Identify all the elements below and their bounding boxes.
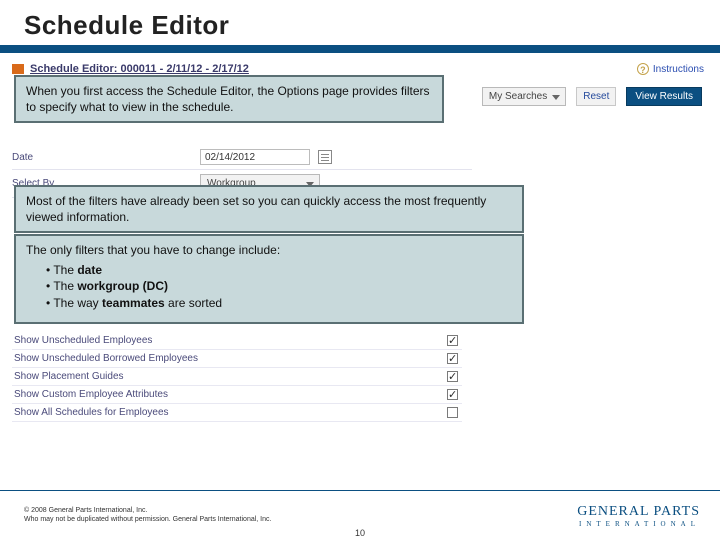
help-icon: ? [637,63,649,75]
breadcrumb-text[interactable]: Schedule Editor: 000011 - 2/11/12 - 2/17… [30,63,249,75]
option-label: Show Placement Guides [14,371,124,382]
option-label: Show Unscheduled Borrowed Employees [14,353,198,364]
copyright: © 2008 General Parts International, Inc.… [24,507,271,524]
reset-button[interactable]: Reset [576,87,616,106]
company-logo: GENERAL PARTS INTERNATIONAL [577,504,700,528]
options-checklist: Show Unscheduled Employees Show Unschedul… [12,332,462,422]
instructions-label: Instructions [653,64,704,75]
view-results-button[interactable]: View Results [626,87,702,106]
slide-footer: © 2008 General Parts International, Inc.… [0,490,720,540]
controls-row: My Searches Reset View Results [482,87,702,106]
callout-intro: When you first access the Schedule Edito… [14,75,444,123]
callout-preset: Most of the filters have already been se… [14,185,524,233]
option-row: Show Unscheduled Borrowed Employees [12,350,462,368]
date-input[interactable] [200,149,310,165]
calendar-icon[interactable] [318,150,332,164]
option-label: Show Custom Employee Attributes [14,389,168,400]
callout-bullets: The dateThe workgroup (DC)The way teamma… [46,262,512,311]
option-row: Show All Schedules for Employees [12,404,462,422]
date-row: Date [12,145,472,170]
bullet-item: The date [46,262,512,278]
option-label: Show Unscheduled Employees [14,335,152,346]
option-row: Show Unscheduled Employees [12,332,462,350]
option-checkbox[interactable] [447,371,458,382]
bullet-item: The way teammates are sorted [46,295,512,311]
option-row: Show Placement Guides [12,368,462,386]
bullet-item: The workgroup (DC) [46,278,512,294]
callout-change-lead: The only filters that you have to change… [26,242,512,258]
date-label: Date [12,152,192,163]
callout-change-list: The only filters that you have to change… [14,234,524,324]
option-row: Show Custom Employee Attributes [12,386,462,404]
page-title: Schedule Editor [0,0,720,53]
option-checkbox[interactable] [447,353,458,364]
option-checkbox[interactable] [447,407,458,418]
my-searches-dropdown[interactable]: My Searches [482,87,566,106]
folder-icon [12,64,24,74]
option-checkbox[interactable] [447,335,458,346]
instructions-link[interactable]: ? Instructions [637,63,704,75]
option-label: Show All Schedules for Employees [14,407,169,418]
page-number: 10 [355,528,365,538]
option-checkbox[interactable] [447,389,458,400]
app-screenshot: Schedule Editor: 000011 - 2/11/12 - 2/17… [6,57,714,467]
